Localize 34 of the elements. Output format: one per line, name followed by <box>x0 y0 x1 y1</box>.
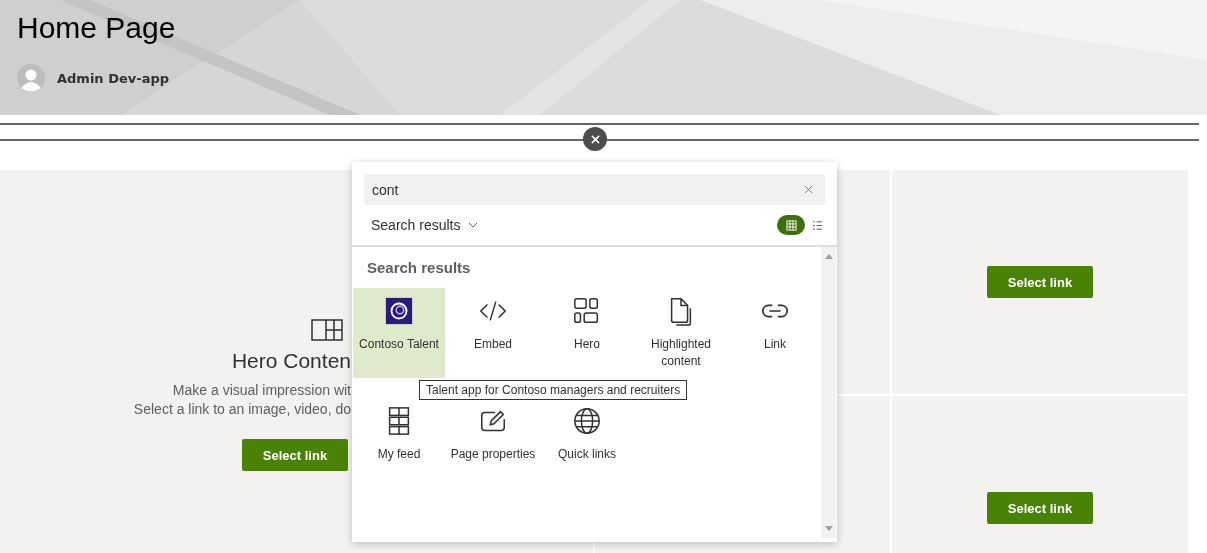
web-part-item[interactable]: Link <box>729 288 821 378</box>
scrollbar[interactable] <box>821 247 836 538</box>
web-part-item[interactable]: Hero <box>541 288 633 378</box>
list-icon <box>811 219 823 231</box>
close-icon <box>590 134 600 144</box>
layout-icon <box>311 319 343 341</box>
scroll-down-icon[interactable] <box>824 526 833 532</box>
filter-dropdown[interactable]: Search results <box>364 217 479 233</box>
web-part-item[interactable]: Page properties <box>447 398 539 488</box>
hero-description: Select a link to an image, video, do <box>133 400 351 419</box>
grid-icon <box>785 219 797 231</box>
page-title: Home Page <box>17 10 177 46</box>
section-heading: Search results <box>367 259 472 276</box>
scroll-up-icon[interactable] <box>824 253 833 259</box>
hero-description: Make a visual impression wit <box>172 381 351 400</box>
app-logo-icon <box>384 296 414 326</box>
grid-view-button[interactable] <box>777 215 805 235</box>
author-name: Admin Dev-app <box>57 70 169 86</box>
search-field[interactable]: cont <box>364 174 825 205</box>
web-part-item[interactable]: Highlighted content <box>635 288 727 378</box>
close-icon[interactable] <box>804 185 813 194</box>
web-part-item[interactable]: Quick links <box>541 398 633 488</box>
web-part-item[interactable]: Embed <box>447 288 539 378</box>
web-part-item[interactable]: Contoso Talent <box>353 288 445 378</box>
chevron-down-icon <box>468 222 479 228</box>
avatar-icon <box>17 64 45 92</box>
tooltip: Talent app for Contoso managers and recruiters <box>419 380 688 400</box>
select-link-button[interactable]: Select link <box>242 439 348 471</box>
globe-icon <box>572 406 602 436</box>
hero-title: Hero Conten <box>231 349 351 373</box>
select-link-button[interactable]: Select link <box>987 266 1093 298</box>
select-link-button[interactable]: Select link <box>987 492 1093 524</box>
web-part-item[interactable]: My feed <box>353 398 445 488</box>
close-button[interactable] <box>583 127 607 151</box>
